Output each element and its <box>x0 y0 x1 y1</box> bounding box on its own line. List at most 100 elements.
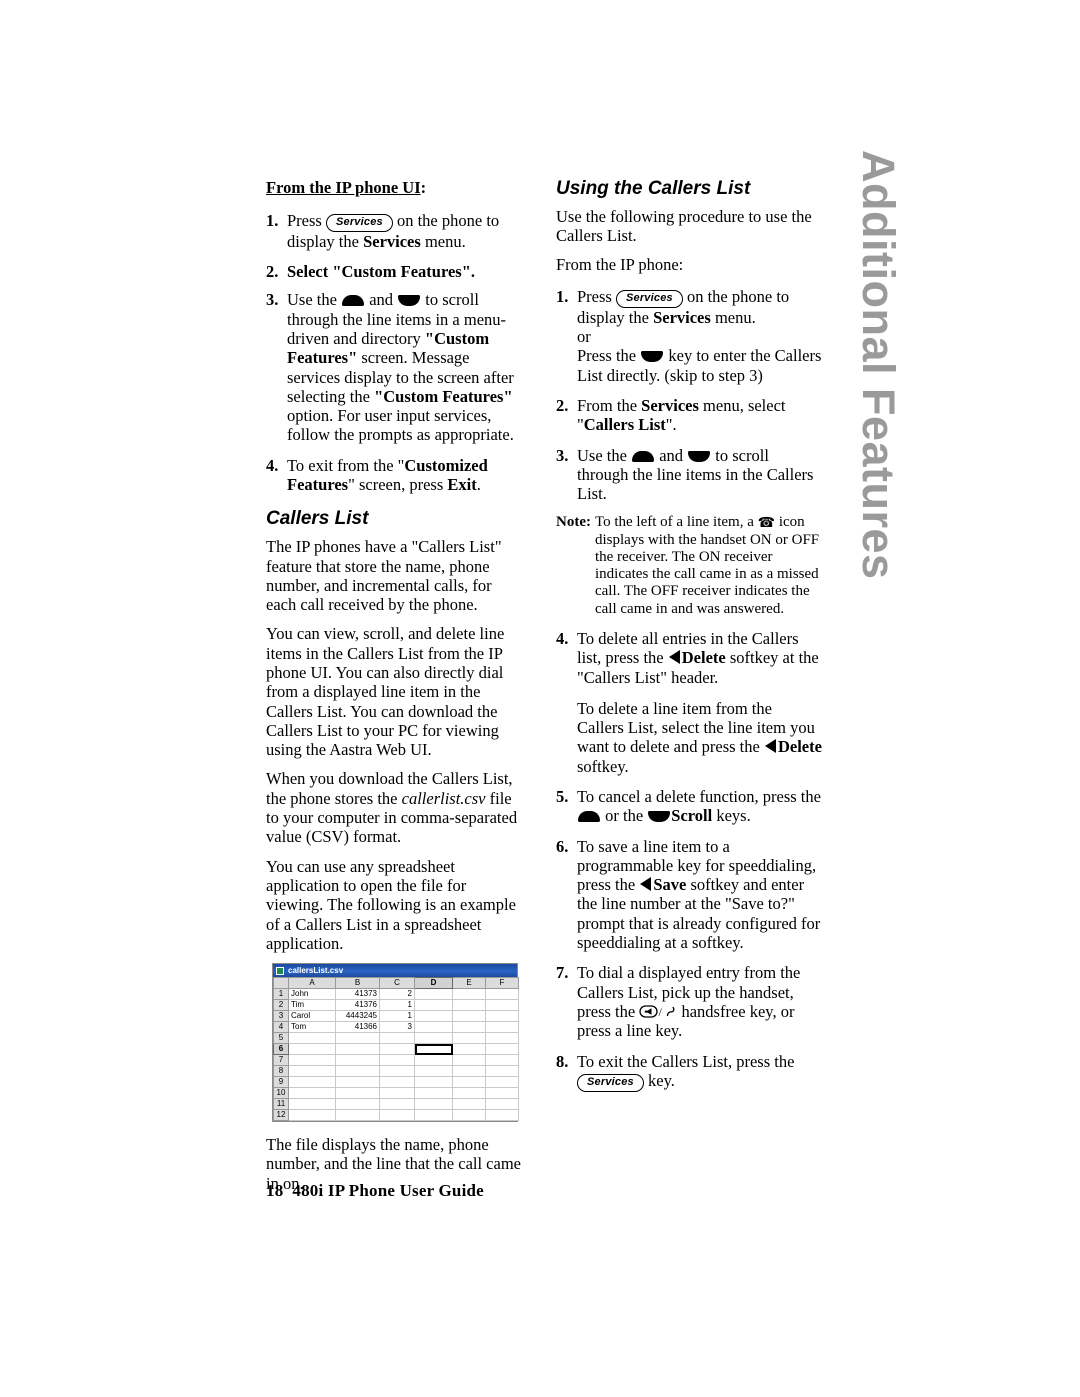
cell-c5[interactable] <box>379 1032 415 1045</box>
cell-a7[interactable] <box>288 1054 336 1067</box>
cell-c6[interactable] <box>379 1043 415 1056</box>
cell-b12[interactable] <box>335 1109 380 1122</box>
cell-b2[interactable]: 41376 <box>335 999 380 1012</box>
cell-f5[interactable] <box>485 1032 519 1045</box>
cell-e12[interactable] <box>452 1109 486 1122</box>
cell-a4[interactable]: Tom <box>288 1021 336 1034</box>
cell-c7[interactable] <box>379 1054 415 1067</box>
cell-e11[interactable] <box>452 1098 486 1111</box>
scroll-down-key-icon <box>688 450 711 462</box>
column-header-f[interactable]: F <box>485 977 519 990</box>
cell-e9[interactable] <box>452 1076 486 1089</box>
cell-c4[interactable]: 3 <box>379 1021 415 1034</box>
cell-d2[interactable] <box>414 999 453 1012</box>
cell-e5[interactable] <box>452 1032 486 1045</box>
cell-d8[interactable] <box>414 1065 453 1078</box>
cell-a2[interactable]: Tim <box>288 999 336 1012</box>
cell-e8[interactable] <box>452 1065 486 1078</box>
list-item: 7. To dial a displayed entry from the Ca… <box>556 963 822 1040</box>
cell-c11[interactable] <box>379 1098 415 1111</box>
cell-e1[interactable] <box>452 988 486 1001</box>
cell-e10[interactable] <box>452 1087 486 1100</box>
row-header[interactable]: 2 <box>273 999 289 1012</box>
cell-f9[interactable] <box>485 1076 519 1089</box>
cell-d11[interactable] <box>414 1098 453 1111</box>
cell-f2[interactable] <box>485 999 519 1012</box>
row-header[interactable]: 7 <box>273 1054 289 1067</box>
svg-text:/: / <box>659 1005 663 1019</box>
row-header[interactable]: 9 <box>273 1076 289 1089</box>
cell-f12[interactable] <box>485 1109 519 1122</box>
cell-d9[interactable] <box>414 1076 453 1089</box>
row-header[interactable]: 5 <box>273 1032 289 1045</box>
cell-d5[interactable] <box>414 1032 453 1045</box>
cell-c12[interactable] <box>379 1109 415 1122</box>
column-header-e[interactable]: E <box>452 977 486 990</box>
from-ip-phone-ui-heading: From the IP phone UI: <box>266 178 524 198</box>
cell-d12[interactable] <box>414 1109 453 1122</box>
row-header[interactable]: 4 <box>273 1021 289 1034</box>
cell-c3[interactable]: 1 <box>379 1010 415 1023</box>
row-header[interactable]: 11 <box>273 1098 289 1111</box>
cell-a11[interactable] <box>288 1098 336 1111</box>
cell-f10[interactable] <box>485 1087 519 1100</box>
cell-e3[interactable] <box>452 1010 486 1023</box>
cell-c9[interactable] <box>379 1076 415 1089</box>
cell-b8[interactable] <box>335 1065 380 1078</box>
cell-a12[interactable] <box>288 1109 336 1122</box>
row-header[interactable]: 10 <box>273 1087 289 1100</box>
cell-c1[interactable]: 2 <box>379 988 415 1001</box>
cell-e4[interactable] <box>452 1021 486 1034</box>
cell-f6[interactable] <box>485 1043 519 1056</box>
column-header-d[interactable]: D <box>414 977 453 990</box>
cell-e6[interactable] <box>452 1043 486 1056</box>
cell-d4[interactable] <box>414 1021 453 1034</box>
cell-c10[interactable] <box>379 1087 415 1100</box>
cell-f4[interactable] <box>485 1021 519 1034</box>
column-header-c[interactable]: C <box>379 977 415 990</box>
paragraph: From the IP phone: <box>556 255 684 275</box>
cell-f8[interactable] <box>485 1065 519 1078</box>
cell-f1[interactable] <box>485 988 519 1001</box>
excel-document-icon <box>276 966 284 975</box>
cell-a10[interactable] <box>288 1087 336 1100</box>
column-header-a[interactable]: A <box>288 977 336 990</box>
cell-e2[interactable] <box>452 999 486 1012</box>
cell-f7[interactable] <box>485 1054 519 1067</box>
cell-a5[interactable] <box>288 1032 336 1045</box>
cell-d7[interactable] <box>414 1054 453 1067</box>
selected-cell-d6[interactable] <box>414 1043 453 1056</box>
column-header-b[interactable]: B <box>335 977 380 990</box>
cell-f11[interactable] <box>485 1098 519 1111</box>
select-all-corner[interactable] <box>273 977 289 990</box>
cell-b4[interactable]: 41366 <box>335 1021 380 1034</box>
row-header[interactable]: 1 <box>273 988 289 1001</box>
row-header-active[interactable]: 6 <box>273 1043 289 1056</box>
cell-a1[interactable]: John <box>288 988 336 1001</box>
cell-c8[interactable] <box>379 1065 415 1078</box>
cell-a3[interactable]: Carol <box>288 1010 336 1023</box>
cell-b1[interactable]: 41373 <box>335 988 380 1001</box>
cell-d10[interactable] <box>414 1087 453 1100</box>
cell-e7[interactable] <box>452 1054 486 1067</box>
cell-b11[interactable] <box>335 1098 380 1111</box>
cell-b10[interactable] <box>335 1087 380 1100</box>
cell-c2[interactable]: 1 <box>379 999 415 1012</box>
cell-a8[interactable] <box>288 1065 336 1078</box>
step-body: To exit from the "Customized Features" s… <box>287 456 524 495</box>
cell-b6[interactable] <box>335 1043 380 1056</box>
row-header[interactable]: 12 <box>273 1109 289 1122</box>
cell-b9[interactable] <box>335 1076 380 1089</box>
cell-b5[interactable] <box>335 1032 380 1045</box>
list-item: 6. To save a line item to a programmable… <box>556 837 822 953</box>
cell-a6[interactable] <box>288 1043 336 1056</box>
cell-d3[interactable] <box>414 1010 453 1023</box>
spreadsheet-window-title: callersList.csv <box>288 965 344 975</box>
cell-b7[interactable] <box>335 1054 380 1067</box>
row-header[interactable]: 3 <box>273 1010 289 1023</box>
cell-a9[interactable] <box>288 1076 336 1089</box>
row-header[interactable]: 8 <box>273 1065 289 1078</box>
cell-d1[interactable] <box>414 988 453 1001</box>
cell-f3[interactable] <box>485 1010 519 1023</box>
cell-b3[interactable]: 4443245 <box>335 1010 380 1023</box>
